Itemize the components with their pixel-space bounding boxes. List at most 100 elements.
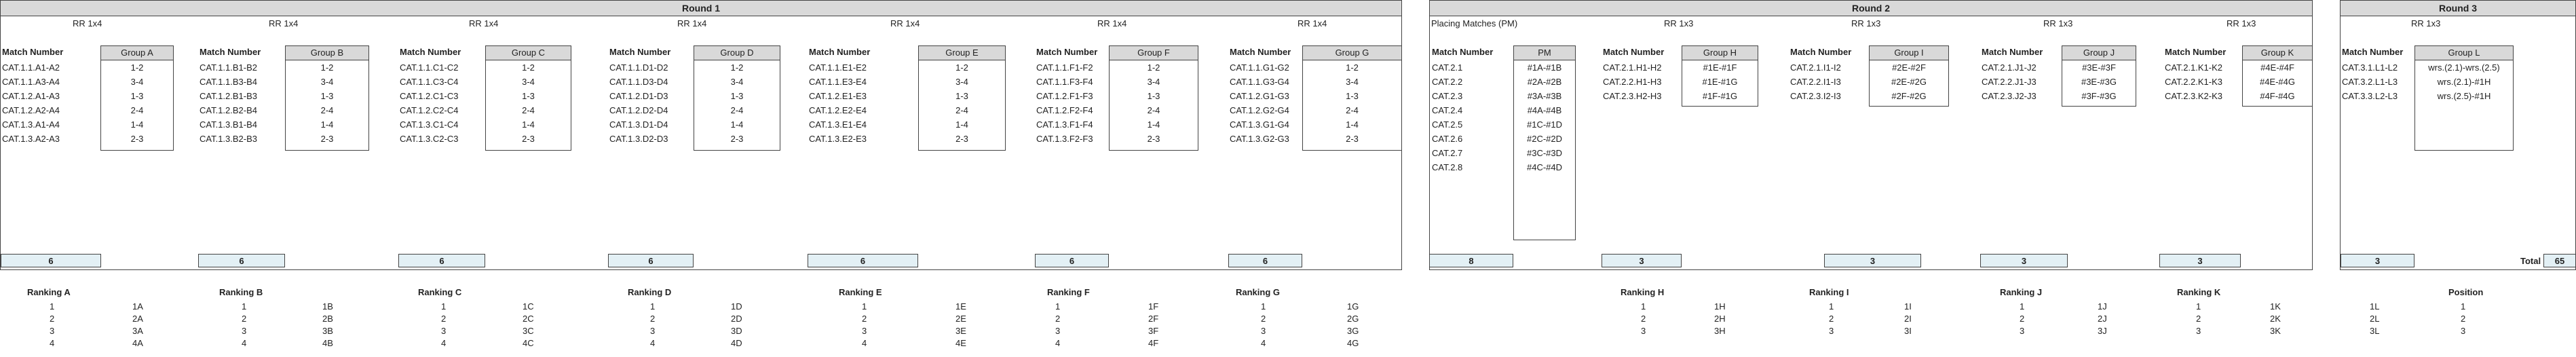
ranking-e-title: Ranking E — [839, 287, 882, 297]
group-h-box: Group H #1E-#1F #1E-#1G #1F-#1G — [1682, 45, 1758, 107]
group-b-box: Group B 1-2 3-4 1-3 2-4 1-4 2-3 — [285, 45, 369, 151]
match-item: CAT.1.3.F1-F4 — [1036, 119, 1093, 130]
ranking-g-title: Ranking G — [1236, 287, 1281, 297]
position-vals: 1 2 3 — [2461, 301, 2465, 337]
pair-item: #1E-#1G — [1702, 77, 1738, 87]
match-item: CAT.1.3.C2-C3 — [400, 134, 459, 144]
pair-item: 1-2 — [1147, 62, 1160, 73]
match-item: CAT.2.1.H1-H2 — [1603, 62, 1662, 73]
pm-match-list: CAT.2.1 CAT.2.2 CAT.2.3 CAT.2.4 CAT.2.5 … — [1432, 60, 1462, 174]
ranking-cell: 3 — [862, 326, 867, 336]
pair-item: 1-4 — [1147, 119, 1160, 130]
group-d-title: Group D — [694, 46, 780, 60]
ranking-cell: 1 — [1055, 301, 1061, 312]
ranking-cell: 2 — [242, 314, 247, 324]
ranking-k-title: Ranking K — [2177, 287, 2221, 297]
ranking-cell: 1L — [2370, 301, 2380, 312]
ranking-cell: 1 — [862, 301, 867, 312]
ranking-cell: 3D — [731, 326, 742, 336]
match-list-i: CAT.2.1.I1-I2 CAT.2.2.I1-I3 CAT.2.3.I2-I… — [1790, 60, 1841, 103]
group-i-title: Group I — [1870, 46, 1948, 60]
ranking-c-nums: 1 2 3 4 — [441, 301, 446, 350]
ranking-cell: 2K — [2270, 314, 2281, 324]
ranking-cell: 3 — [2196, 326, 2201, 336]
group-h-count: 3 — [1602, 254, 1682, 267]
ranking-cell: 3B — [322, 326, 333, 336]
ranking-cell: 4F — [1148, 338, 1159, 348]
ranking-b-nums: 1 2 3 4 — [242, 301, 246, 350]
group-a-count: 6 — [1, 254, 101, 267]
pair-item: #4A-#4B — [1527, 105, 1562, 115]
ranking-cell: 2 — [2461, 314, 2466, 324]
match-list-e: CAT.1.1.E1-E2 CAT.1.1.E3-E4 CAT.1.2.E1-E… — [809, 60, 867, 146]
pair-item: 2-4 — [730, 105, 744, 115]
r2-format-i: RR 1x3 — [1851, 18, 1881, 29]
ranking-cell: 1I — [1904, 301, 1912, 312]
ranking-j-nums: 1 2 3 — [2020, 301, 2024, 337]
r2-format-h: RR 1x3 — [1664, 18, 1694, 29]
r1-format-c: RR 1x4 — [469, 18, 499, 29]
pair-item: 2-3 — [955, 134, 968, 144]
match-item: CAT.1.2.E1-E3 — [809, 91, 867, 101]
ranking-cell: 3L — [2370, 326, 2380, 336]
pair-item: 1-4 — [730, 119, 744, 130]
pair-item: 1-2 — [522, 62, 535, 73]
match-number-header: Match Number — [1036, 47, 1098, 57]
match-item: CAT.1.3.A2-A3 — [2, 134, 60, 144]
r3-format-l: RR 1x3 — [2411, 18, 2441, 29]
group-l-count: 3 — [2341, 254, 2414, 267]
ranking-cell: 1 — [50, 301, 55, 312]
match-item: CAT.1.3.E2-E3 — [809, 134, 867, 144]
ranking-h-vals: 1H 2H 3H — [1714, 301, 1726, 337]
ranking-cell: 1 — [2020, 301, 2025, 312]
ranking-cell: 2 — [2020, 314, 2025, 324]
pair-item: #3C-#3D — [1526, 148, 1563, 158]
r1-format-a: RR 1x4 — [73, 18, 102, 29]
match-item: CAT.3.1.L1-L2 — [2342, 62, 2398, 73]
ranking-cell: 3E — [955, 326, 966, 336]
pair-item: #4E-#4G — [2259, 77, 2296, 87]
pair-item: #1C-#1D — [1526, 119, 1563, 130]
ranking-cell: 3 — [1261, 326, 1266, 336]
ranking-cell: 2C — [523, 314, 534, 324]
match-item: CAT.2.3 — [1432, 91, 1463, 101]
match-list-c: CAT.1.1.C1-C2 CAT.1.1.C3-C4 CAT.1.2.C1-C… — [400, 60, 458, 146]
ranking-cell: 3 — [650, 326, 656, 336]
match-item: CAT.2.7 — [1432, 148, 1463, 158]
match-item: CAT.1.3.D1-D4 — [609, 119, 668, 130]
pair-item: 1-3 — [130, 91, 144, 101]
pair-item: 2-4 — [1346, 105, 1359, 115]
match-item: CAT.1.1.A1-A2 — [2, 62, 60, 73]
ranking-cell: 3C — [523, 326, 534, 336]
pair-item: 3-4 — [730, 77, 744, 87]
group-l-box: Group L wrs.(2.1)-wrs.(2.5) wrs.(2.1)-#1… — [2414, 45, 2514, 151]
pair-item: 1-4 — [522, 119, 535, 130]
ranking-k-nums: 1 2 3 — [2196, 301, 2201, 337]
group-l-title: Group L — [2415, 46, 2513, 60]
match-item: CAT.1.3.B1-B4 — [200, 119, 258, 130]
ranking-cell: 2E — [955, 314, 966, 324]
ranking-cell: 3 — [1641, 326, 1646, 336]
match-number-header: Match Number — [809, 47, 871, 57]
match-item: CAT.1.2.C2-C4 — [400, 105, 459, 115]
match-item: CAT.1.2.D1-D3 — [609, 91, 668, 101]
ranking-cell: 1C — [523, 301, 534, 312]
match-item: CAT.3.3.L2-L3 — [2342, 91, 2398, 101]
ranking-cell: 3F — [1148, 326, 1159, 336]
r2-format-k: RR 1x3 — [2227, 18, 2256, 29]
group-i-box: Group I #2E-#2F #2E-#2G #2F-#2G — [1869, 45, 1949, 107]
ranking-cell: 2 — [2196, 314, 2201, 324]
pair-item: 1-3 — [522, 91, 535, 101]
match-item: CAT.1.2.C1-C3 — [400, 91, 459, 101]
group-j-box: Group J #3E-#3F #3E-#3G #3F-#3G — [2062, 45, 2136, 107]
pair-item: 1-3 — [1346, 91, 1359, 101]
ranking-c-title: Ranking C — [418, 287, 462, 297]
match-item: CAT.1.2.A1-A3 — [2, 91, 60, 101]
ranking-cell: 3J — [2098, 326, 2107, 336]
ranking-cell: 1 — [242, 301, 247, 312]
ranking-cell: 4 — [1055, 338, 1061, 348]
ranking-cell: 3 — [1055, 326, 1061, 336]
ranking-cell: 2D — [731, 314, 742, 324]
pair-item: 1-2 — [955, 62, 968, 73]
ranking-cell: 1E — [955, 301, 966, 312]
